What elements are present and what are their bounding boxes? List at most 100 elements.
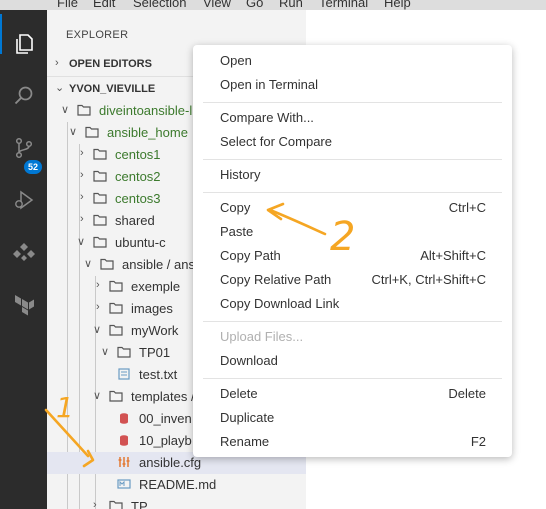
folder-icon [117,346,131,358]
menu-go[interactable]: Go [246,0,263,10]
menu-item-label: Copy Path [220,248,281,263]
folder-icon [93,170,107,182]
menu-item-copy-download-link[interactable]: Copy Download Link [193,292,512,316]
terraform-icon[interactable] [0,284,47,324]
menu-item-label: Copy Relative Path [220,272,332,287]
menu-separator [203,102,502,103]
folder-icon [93,148,107,160]
menu-item-paste[interactable]: Paste [193,220,512,244]
menu-item-label: Copy Download Link [220,296,340,311]
tree-label: 10_playb [139,433,192,448]
chevron-down-icon: ∨ [93,324,102,336]
tree-label: images [131,301,173,316]
tree-label: centos2 [115,169,161,184]
chevron-down-icon: ∨ [93,390,102,402]
menu-item-label: Upload Files... [220,329,304,344]
explorer-icon[interactable] [0,24,47,64]
tree-label: myWork [131,323,179,338]
menu-item-label: Duplicate [220,410,275,425]
menu-help[interactable]: Help [384,0,411,10]
tree-label: ansible_home [107,125,188,140]
tree-label: diveintoansible-l [99,103,193,118]
menu-item-label: Select for Compare [220,134,332,149]
menu-item-delete[interactable]: Delete Delete [193,382,512,406]
tree-label: centos3 [115,191,161,206]
chevron-right-icon: › [80,169,84,181]
folder-icon [109,324,123,336]
markdown-file-icon [117,479,131,489]
menu-item-download[interactable]: Download [193,349,512,373]
chevron-down-icon: ∨ [84,258,93,270]
folder-icon [77,104,91,116]
menu-item-duplicate[interactable]: Duplicate [193,406,512,430]
menu-item-copy[interactable]: Copy Ctrl+C [193,196,512,220]
menu-file[interactable]: File [57,0,78,10]
chevron-down-icon: ∨ [101,346,110,358]
folder-icon [85,126,99,138]
menu-item-open[interactable]: Open [193,49,512,73]
menu-item-label: Open [220,53,252,68]
menu-run[interactable]: Run [279,0,303,10]
menu-view[interactable]: View [203,0,231,10]
folder-icon [93,192,107,204]
tree-label: TP01 [139,345,171,360]
menu-item-shortcut: Alt+Shift+C [420,248,486,263]
menu-terminal[interactable]: Terminal [319,0,368,10]
workspace-label: YVON_VIEVILLE [69,83,156,95]
menu-item-shortcut: Ctrl+C [448,200,486,215]
menu-item-label: Download [220,353,278,368]
tree-label: README.md [139,477,217,492]
open-editors-label: OPEN EDITORS [69,58,152,70]
menu-item-compare-with[interactable]: Compare With... [193,106,512,130]
menu-item-history[interactable]: History [193,163,512,187]
folder-icon [93,214,107,226]
tree-folder[interactable]: › TP [47,496,306,509]
chevron-right-icon: › [55,57,59,69]
menu-item-label: Copy [220,200,251,215]
chevron-right-icon: › [96,279,100,291]
settings-file-icon [118,457,130,467]
tree-label: centos1 [115,147,161,162]
folder-icon [109,280,123,292]
menu-item-label: Open in Terminal [220,77,319,92]
run-debug-icon[interactable] [0,180,47,220]
chevron-right-icon: › [96,301,100,313]
tree-label: ansible / ans [122,257,195,272]
menu-separator [203,159,502,160]
menu-item-shortcut: Delete [448,386,486,401]
tree-label: exemple [131,279,181,294]
chevron-right-icon: › [80,213,84,225]
menu-item-copy-relative-path[interactable]: Copy Relative Path Ctrl+K, Ctrl+Shift+C [193,268,512,292]
folder-icon [109,302,123,314]
text-file-icon [118,368,130,380]
menu-item-label: Paste [220,224,254,239]
chevron-right-icon: › [93,499,97,509]
menu-item-open-in-terminal[interactable]: Open in Terminal [193,73,512,97]
menu-item-shortcut: F2 [470,434,486,449]
menu-item-select-for-compare[interactable]: Select for Compare [193,130,512,154]
source-control-badge: 52 [23,159,43,175]
menu-item-label: History [220,167,261,182]
menu-item-label: Rename [220,434,270,449]
tree-label: shared [115,213,155,228]
tree-label: ansible.cfg [139,455,202,470]
context-menu: Open Open in Terminal Compare With... Se… [193,45,512,457]
menu-edit[interactable]: Edit [93,0,115,10]
folder-icon [109,500,123,509]
chevron-down-icon: ∨ [69,126,78,138]
activity-bar: 52 [0,10,47,509]
menu-separator [203,192,502,193]
tree-label: ubuntu-c [115,235,166,250]
tree-label: TP [131,499,148,509]
menu-selection[interactable]: Selection [133,0,186,10]
tree-file[interactable]: README.md [47,474,306,496]
menu-item-label: Delete [220,386,258,401]
tree-label: 00_inven [139,411,192,426]
search-icon[interactable] [0,76,47,116]
tree-label: test.txt [139,367,178,382]
folder-icon [109,390,123,402]
menu-item-rename[interactable]: Rename F2 [193,430,512,454]
remote-explorer-icon[interactable] [0,232,47,272]
menu-item-upload-files: Upload Files... [193,325,512,349]
menu-item-copy-path[interactable]: Copy Path Alt+Shift+C [193,244,512,268]
